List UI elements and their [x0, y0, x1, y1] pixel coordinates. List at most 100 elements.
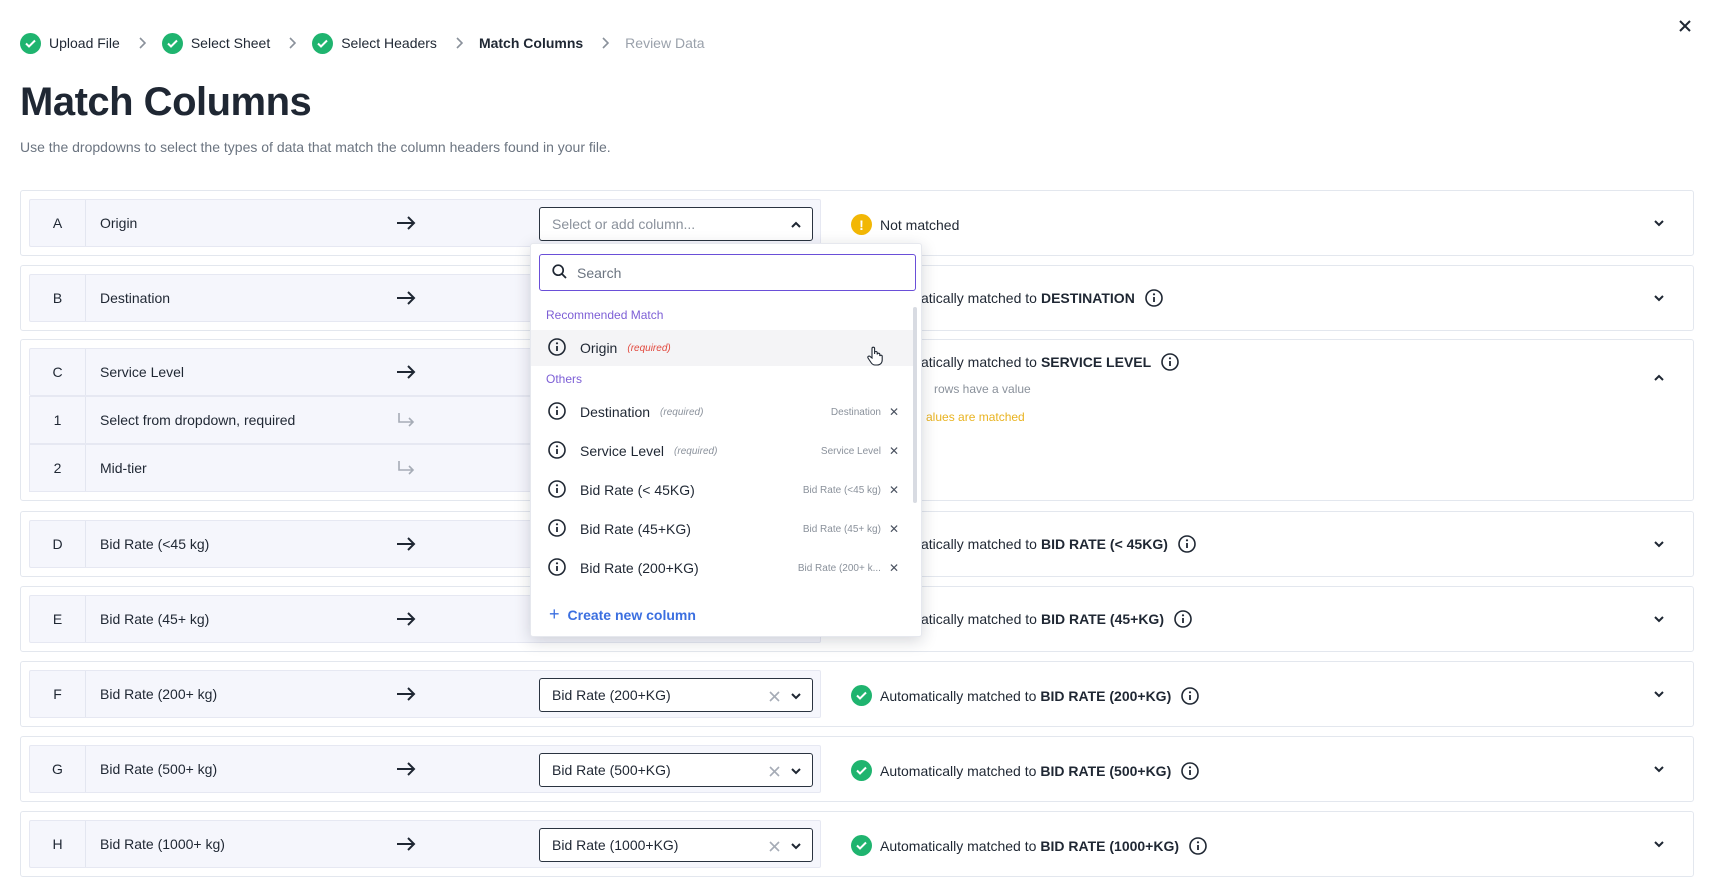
status-prefix: Automatically matched to	[880, 837, 1037, 854]
match-status: atically matched to BID RATE (< 45KG)	[921, 535, 1196, 553]
info-icon	[548, 557, 566, 579]
rows-detail: rows have a value	[934, 382, 1031, 396]
info-icon[interactable]	[1145, 289, 1163, 307]
chevron-down-icon[interactable]	[790, 689, 802, 705]
info-icon	[548, 440, 566, 462]
match-status: Automatically matched to BID RATE (200+K…	[851, 685, 1200, 706]
status-prefix: atically matched to	[921, 536, 1037, 552]
match-status: Automatically matched to BID RATE (500+K…	[851, 760, 1200, 781]
column-source: G Bid Rate (500+ kg) Bid Rate (500+KG)	[29, 745, 821, 793]
info-icon	[548, 518, 566, 540]
step-label: Select Headers	[341, 35, 437, 51]
match-status: atically matched to DESTINATION	[921, 289, 1163, 307]
search-icon	[552, 263, 567, 282]
chevron-down-icon[interactable]	[1653, 762, 1665, 780]
column-name: Origin	[100, 215, 138, 231]
chevron-right-icon	[455, 37, 463, 49]
step-upload-file[interactable]: Upload File	[20, 32, 120, 54]
required-label: (required)	[660, 406, 704, 418]
option-origin[interactable]: Origin (required)	[531, 330, 913, 366]
chevron-down-icon[interactable]	[1653, 837, 1665, 855]
chevron-down-icon[interactable]	[790, 839, 802, 855]
required-label: (required)	[674, 445, 718, 457]
step-label: Upload File	[49, 35, 120, 51]
option-label: Service Level	[580, 443, 665, 459]
step-review-data: Review Data	[625, 35, 704, 51]
chevron-down-icon[interactable]	[1653, 216, 1665, 234]
search-input[interactable]	[577, 264, 877, 281]
remove-match-icon[interactable]: ✕	[889, 405, 899, 419]
column-select[interactable]: Bid Rate (200+KG)	[539, 678, 813, 712]
remove-match-icon[interactable]: ✕	[889, 483, 899, 497]
chevron-right-icon	[138, 37, 146, 49]
step-select-headers[interactable]: Select Headers	[312, 32, 437, 54]
info-icon[interactable]	[1181, 686, 1200, 705]
column-name: Bid Rate (<45 kg)	[100, 536, 210, 552]
clear-icon[interactable]	[769, 689, 780, 705]
column-row: H Bid Rate (1000+ kg) Bid Rate (1000+KG)…	[20, 811, 1694, 877]
chevron-down-icon[interactable]	[1653, 291, 1665, 309]
tag-label: Bid Rate (45+ kg)	[802, 523, 881, 535]
column-dropdown-menu: Recommended Match Origin (required) Othe…	[530, 243, 922, 637]
chevron-down-icon[interactable]	[1653, 537, 1665, 555]
warning-icon: !	[851, 214, 872, 235]
status-prefix: Automatically matched to	[880, 687, 1037, 704]
clear-icon[interactable]	[769, 839, 780, 855]
select-placeholder: Select or add column...	[552, 216, 696, 232]
chevron-up-icon[interactable]	[1653, 371, 1665, 389]
status-target: BID RATE (45+KG)	[1040, 611, 1164, 627]
dropdown-search[interactable]	[539, 254, 916, 291]
chevron-down-icon[interactable]	[790, 764, 802, 780]
option-bid-rate-200[interactable]: Bid Rate (200+KG) Bid Rate (200+ k... ✕	[531, 550, 913, 586]
arrow-right-icon	[376, 216, 436, 230]
select-value: Bid Rate (200+KG)	[552, 687, 671, 703]
step-label: Match Columns	[478, 35, 584, 51]
info-icon[interactable]	[1181, 761, 1200, 780]
column-select[interactable]: Bid Rate (500+KG)	[539, 753, 813, 787]
option-destination[interactable]: Destination (required) Destination ✕	[531, 394, 913, 430]
status-target: DESTINATION	[1040, 290, 1135, 306]
option-service-level[interactable]: Service Level (required) Service Level ✕	[531, 433, 913, 469]
column-letter: D	[30, 521, 86, 567]
chevron-right-icon	[601, 37, 610, 49]
arrow-right-icon	[376, 837, 436, 851]
column-name: Bid Rate (200+ kg)	[100, 686, 218, 702]
info-icon[interactable]	[1161, 353, 1179, 371]
status-target: SERVICE LEVEL	[1040, 354, 1152, 370]
option-bid-rate-45[interactable]: Bid Rate (45+KG) Bid Rate (45+ kg) ✕	[531, 511, 913, 547]
option-label: Bid Rate (200+KG)	[580, 560, 699, 576]
return-arrow-icon	[376, 412, 436, 428]
remove-match-icon[interactable]: ✕	[889, 522, 899, 536]
check-circle-icon	[312, 32, 334, 54]
remove-match-icon[interactable]: ✕	[889, 561, 899, 575]
column-select[interactable]: Bid Rate (1000+KG)	[539, 828, 813, 862]
column-letter: H	[30, 821, 86, 867]
column-name: Destination	[100, 290, 171, 306]
chevron-down-icon[interactable]	[1653, 612, 1665, 630]
select-value: Bid Rate (500+KG)	[552, 762, 671, 778]
arrow-right-icon	[376, 537, 436, 551]
info-icon[interactable]	[1174, 610, 1192, 628]
column-row: G Bid Rate (500+ kg) Bid Rate (500+KG) A…	[20, 736, 1694, 802]
close-icon[interactable]	[1676, 17, 1694, 35]
column-name: Bid Rate (1000+ kg)	[100, 836, 225, 852]
status-target: BID RATE (500+KG)	[1040, 762, 1172, 779]
option-bid-rate-lt45[interactable]: Bid Rate (< 45KG) Bid Rate (<45 kg) ✕	[531, 472, 913, 508]
info-icon[interactable]	[1178, 535, 1196, 553]
create-new-column-button[interactable]: + Create new column	[549, 604, 696, 625]
column-name: Bid Rate (500+ kg)	[100, 761, 218, 777]
info-icon[interactable]	[1189, 836, 1207, 855]
others-group-label: Others	[546, 372, 583, 386]
remove-match-icon[interactable]: ✕	[889, 444, 899, 458]
arrow-right-icon	[376, 612, 436, 626]
step-label: Review Data	[625, 35, 705, 51]
dropdown-scrollbar[interactable]	[913, 307, 917, 503]
info-icon	[548, 337, 566, 359]
status-prefix: atically matched to	[921, 611, 1037, 627]
match-status: atically matched to BID RATE (45+KG)	[921, 610, 1192, 628]
chevron-down-icon[interactable]	[1653, 687, 1665, 705]
clear-icon[interactable]	[769, 764, 780, 780]
column-letter: F	[30, 671, 86, 717]
step-select-sheet[interactable]: Select Sheet	[161, 32, 270, 54]
column-select[interactable]: Select or add column...	[539, 207, 813, 241]
